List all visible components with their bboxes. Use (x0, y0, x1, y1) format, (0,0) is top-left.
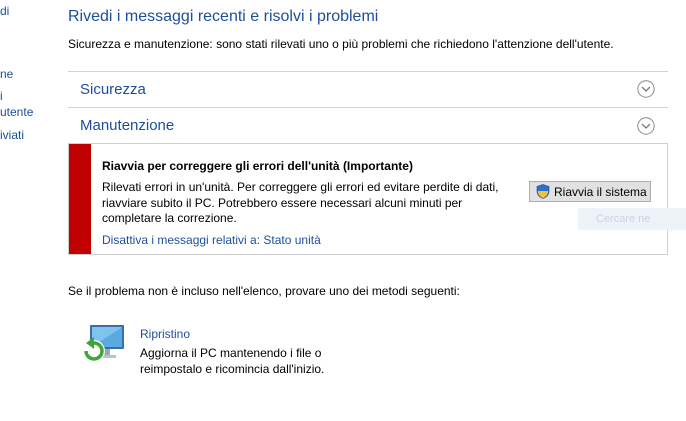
left-nav-item[interactable]: di (0, 4, 9, 18)
maintenance-section-header[interactable]: Manutenzione (80, 117, 174, 134)
divider (68, 107, 668, 108)
chevron-down-icon[interactable] (637, 80, 655, 98)
page-title: Rivedi i messaggi recenti e risolvi i pr… (68, 8, 379, 25)
other-methods-text: Se il problema non è incluso nell'elenco… (68, 284, 460, 298)
alert-title: Riavvia per correggere gli errori dell'u… (102, 159, 413, 173)
shield-icon (536, 184, 550, 199)
left-nav-item[interactable]: i (0, 89, 3, 103)
drive-error-alert: Riavvia per correggere gli errori dell'u… (68, 143, 668, 255)
restart-system-button[interactable]: Riavvia il sistema (529, 181, 651, 202)
page-subtitle: Sicurezza e manutenzione: sono stati ril… (68, 37, 614, 51)
restore-description: Aggiorna il PC mantenendo i file o reimp… (140, 346, 325, 376)
security-section-header[interactable]: Sicurezza (80, 81, 146, 98)
disable-messages-link[interactable]: Disattiva i messaggi relativi a: Stato u… (102, 233, 321, 247)
alert-description: Rilevati errori in un'unità. Per corregg… (102, 180, 499, 225)
restore-link[interactable]: Ripristino (140, 327, 190, 341)
alert-severity-bar (69, 144, 91, 254)
restart-button-label: Riavvia il sistema (554, 184, 647, 199)
recovery-icon[interactable] (80, 323, 126, 365)
left-nav-item[interactable]: ne (0, 67, 13, 81)
left-nav-item[interactable]: utente (0, 105, 33, 119)
faded-overlay-text: Cercare ne (596, 213, 651, 225)
left-nav-item[interactable]: iviati (0, 128, 24, 142)
divider (68, 71, 668, 72)
chevron-down-icon[interactable] (637, 117, 655, 135)
